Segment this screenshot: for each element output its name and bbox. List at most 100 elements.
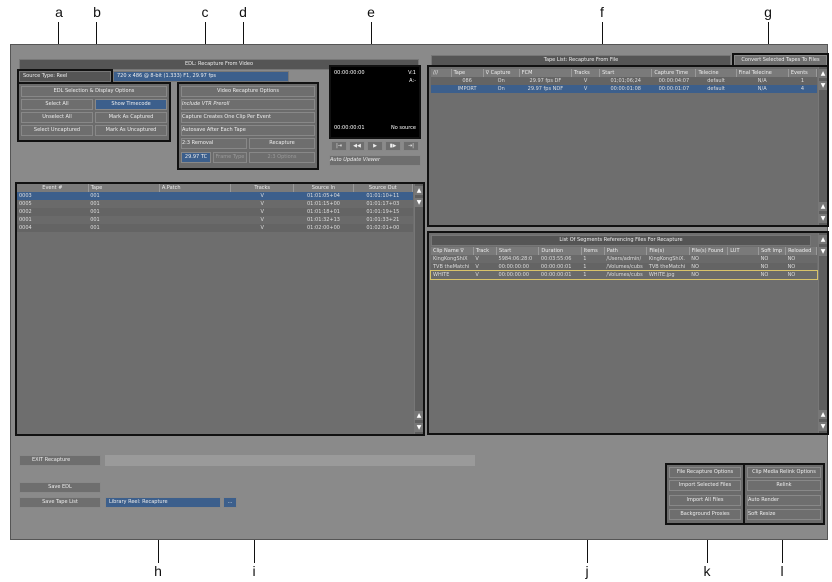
up-arrow-icon[interactable]: ▲: [415, 411, 423, 420]
down-arrow-icon[interactable]: ▼: [819, 214, 827, 223]
viewer-a: A:-: [409, 78, 416, 84]
viewer-tc-bottom: 00:00:00:01: [334, 125, 365, 131]
convert-tapes-button[interactable]: Convert Selected Tapes To Files: [732, 53, 829, 68]
down-arrow-icon[interactable]: ▼: [819, 247, 827, 256]
segment-col-header[interactable]: Start: [496, 247, 540, 255]
tape-cell: default: [707, 78, 725, 84]
tape-col-header[interactable]: Tracks: [571, 69, 601, 77]
options-button[interactable]: 2:3 Options: [249, 152, 315, 163]
table-row[interactable]: KingKongShiX V 5984:06:28:0 00:03:55:06 1/Us…: [431, 255, 817, 263]
col-source-in[interactable]: Source In: [293, 184, 354, 192]
up-arrow-icon[interactable]: ▲: [819, 410, 827, 419]
recapture-button[interactable]: Recapture: [249, 138, 315, 149]
table-row[interactable]: TVB theMatchi V 00:00:00:00 00:00:00:01 1/Vo…: [431, 263, 817, 271]
step-forward-icon[interactable]: ▮▶: [385, 141, 401, 151]
segment-col-header[interactable]: LUT: [727, 247, 760, 255]
auto-render-toggle[interactable]: Auto Render: [747, 495, 821, 506]
auto-update-viewer[interactable]: Auto Update Viewer: [329, 155, 421, 166]
import-all-button[interactable]: Import All Files: [669, 495, 741, 506]
tape-col-header[interactable]: Tape: [451, 69, 484, 77]
table-row[interactable]: 0004 001 V 01:02:00+00 01:02:01+00: [17, 224, 413, 232]
up-arrow-icon[interactable]: ▲: [415, 186, 423, 195]
segment-col-header[interactable]: Items: [581, 247, 605, 255]
segment-cell: V: [475, 272, 479, 278]
goto-end-icon[interactable]: ⇥|: [403, 141, 419, 151]
down-arrow-icon[interactable]: ▼: [415, 423, 423, 432]
select-all-button[interactable]: Select All: [21, 99, 93, 110]
event-cell: 0005: [19, 201, 32, 207]
segment-cell: NO: [691, 272, 699, 278]
col-event[interactable]: Event #: [17, 184, 89, 192]
table-row[interactable]: IMPORT On 29.97 fps NDF V 00:00:01:08 00:00:0…: [431, 85, 817, 93]
background-proxies-button[interactable]: Background Proxies: [669, 509, 741, 520]
table-row[interactable]: 0001 001 V 01:01:32+13 01:01:33+21: [17, 216, 413, 224]
table-row[interactable]: 0002 001 V 01:01:18+01 01:01:19+15: [17, 208, 413, 216]
tape-cell: 00:00:04:07: [658, 78, 690, 84]
tape-col-header[interactable]: Start: [599, 69, 653, 77]
table-row[interactable]: 0005 001 V 01:01:15+00 01:01:17+03: [17, 200, 413, 208]
soft-resize-toggle[interactable]: Soft Resize: [747, 509, 821, 520]
col-tape[interactable]: Tape: [88, 184, 160, 192]
library-reel-field[interactable]: Library Reel: Recapture: [105, 497, 221, 508]
exit-recapture-button[interactable]: EXIT Recapture: [19, 455, 101, 466]
segment-col-header[interactable]: Path: [604, 247, 648, 255]
one-clip-per-event[interactable]: Capture Creates One Clip Per Event: [181, 112, 315, 123]
transport-controls: |⇥ ◀◀ ▶ ▮▶ ⇥|: [331, 141, 419, 151]
selection-header: EDL Selection & Display Options: [21, 86, 167, 97]
mark-captured-button[interactable]: Mark As Captured: [95, 112, 167, 123]
tape-col-header[interactable]: ∇ Capture: [483, 69, 520, 77]
down-arrow-icon[interactable]: ▼: [819, 81, 827, 90]
down-arrow-icon[interactable]: ▼: [415, 198, 423, 207]
segments-panel: List Of Segments Referencing Files For R…: [427, 231, 829, 435]
tape-col-header[interactable]: ///: [431, 69, 452, 77]
event-cell: 01:01:33+21: [366, 217, 400, 223]
col-source-out[interactable]: Source Out: [353, 184, 414, 192]
up-arrow-icon[interactable]: ▲: [819, 235, 827, 244]
autosave-each-tape[interactable]: Autosave After Each Tape: [181, 125, 315, 136]
table-row[interactable]: 086 On 29.97 fps DF V 01;01;06;24 00:00:04:07…: [431, 77, 817, 85]
tape-col-header[interactable]: Capture Time: [651, 69, 697, 77]
segment-col-header[interactable]: Clip Name ∇: [431, 247, 474, 255]
segment-col-header[interactable]: Soft Imp: [758, 247, 787, 255]
event-cell: 01:01:32+13: [306, 217, 340, 223]
col-apatch[interactable]: A.Patch: [159, 184, 232, 192]
save-tape-list-button[interactable]: Save Tape List: [19, 497, 101, 508]
down-arrow-icon[interactable]: ▼: [819, 422, 827, 431]
unselect-all-button[interactable]: Unselect All: [21, 112, 93, 123]
tape-col-header[interactable]: FCM: [519, 69, 573, 77]
segment-col-header[interactable]: Duration: [538, 247, 582, 255]
tape-col-header[interactable]: Final Telecine: [736, 69, 789, 77]
frame-type-button[interactable]: Frame Type: [213, 152, 247, 163]
relink-button[interactable]: Relink: [747, 480, 821, 491]
show-timecode-button[interactable]: Show Timecode: [95, 99, 167, 110]
play-icon[interactable]: ▶: [367, 141, 383, 151]
tc-button[interactable]: 29.97 TC: [181, 152, 211, 163]
segment-col-header[interactable]: Reloaded: [785, 247, 817, 255]
segment-col-header[interactable]: File(s) Found: [689, 247, 729, 255]
up-arrow-icon[interactable]: ▲: [819, 202, 827, 211]
event-scrollbar[interactable]: ▲ ▼ ▲ ▼: [414, 184, 423, 434]
rewind-icon[interactable]: ◀◀: [349, 141, 365, 151]
up-arrow-icon[interactable]: ▲: [819, 69, 827, 78]
table-row[interactable]: WHITE V 00:00:00:00 00:00:00:01 1/Volumes/cu…: [430, 270, 818, 280]
mark-uncaptured-button[interactable]: Mark As Uncaptured: [95, 125, 167, 136]
format-info: 720 x 486 @ 8-bit (1.333) F1, 29.97 fps: [113, 71, 289, 82]
tape-list-title: Tape List: Recapture From File: [431, 55, 731, 66]
segment-col-header[interactable]: Track: [473, 247, 498, 255]
include-vtr-preroll[interactable]: Include VTR Preroll: [181, 99, 315, 110]
tape-col-header[interactable]: Telecine: [695, 69, 737, 77]
save-edl-button[interactable]: Save EDL: [19, 482, 101, 493]
library-browse-button[interactable]: ...: [223, 497, 237, 508]
removal-button[interactable]: 2:3 Removal: [181, 138, 247, 149]
import-selected-button[interactable]: Import Selected Files: [669, 480, 741, 491]
goto-start-icon[interactable]: |⇥: [331, 141, 347, 151]
tape-scrollbar[interactable]: ▲ ▼ ▲ ▼: [818, 67, 827, 225]
tape-col-header[interactable]: Events: [788, 69, 818, 77]
segment-cell: 00:00:00:00: [498, 272, 530, 278]
table-row[interactable]: 0003 001 V 01:01:05+04 01:01:10+11: [17, 192, 413, 200]
col-tracks[interactable]: Tracks: [230, 184, 295, 192]
select-uncaptured-button[interactable]: Select Uncaptured: [21, 125, 93, 136]
event-cell: V: [260, 217, 264, 223]
segments-scrollbar[interactable]: ▲ ▼ ▲ ▼: [818, 233, 827, 433]
segment-col-header[interactable]: File(s): [646, 247, 690, 255]
